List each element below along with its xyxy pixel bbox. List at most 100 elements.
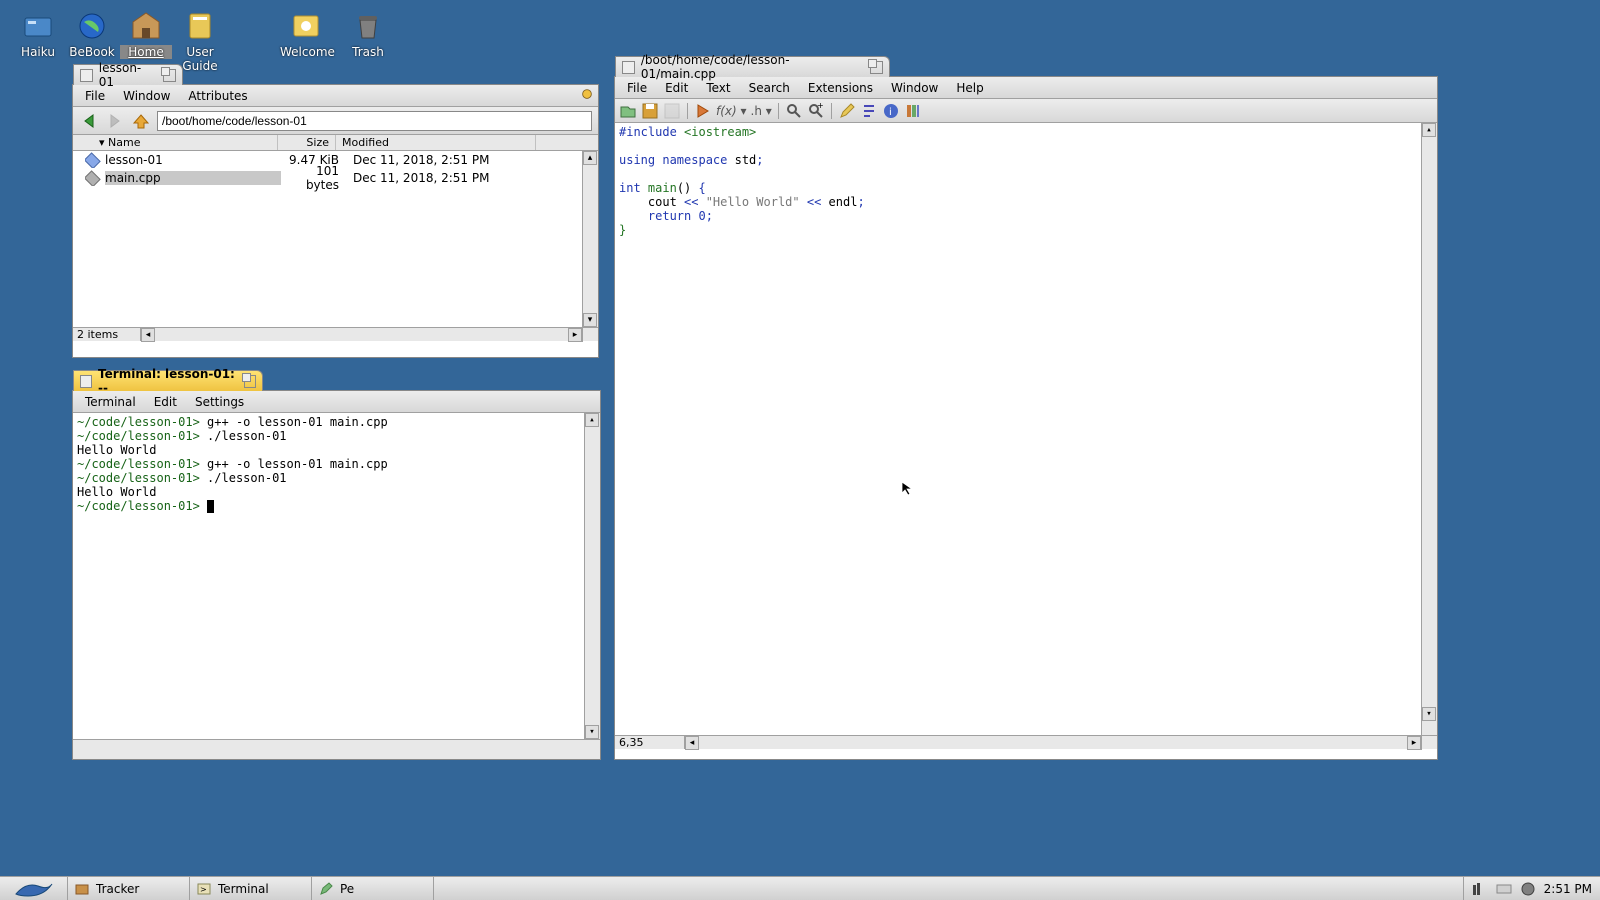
scroll-up-icon[interactable]: ▴ [583,151,597,165]
scroll-up-icon[interactable]: ▴ [1422,123,1436,137]
tracker-status: 2 items ◂ ▸ [73,327,598,341]
scroll-right-icon[interactable]: ▸ [1407,736,1421,750]
header-label[interactable]: .h ▾ [751,104,772,118]
menu-window[interactable]: Window [883,78,946,98]
terminal-titlebar[interactable]: Terminal: lesson-01: -- [73,370,263,391]
folder-home-icon [130,10,162,42]
tray-network-icon[interactable] [1520,881,1536,897]
file-modified: Dec 11, 2018, 2:51 PM [339,171,489,185]
tools-icon[interactable] [904,102,922,120]
editor-window: /boot/home/code/lesson-01/main.cpp File … [614,76,1438,760]
col-name[interactable]: ▾ Name [73,135,278,150]
scroll-down-icon[interactable]: ▾ [1422,707,1436,721]
nav-back-icon[interactable] [79,111,99,131]
file-size: 101 bytes [281,164,339,192]
task-label: Terminal [218,882,269,896]
terminal-window: Terminal: lesson-01: -- Terminal Edit Se… [72,390,601,760]
tracker-window: lesson-01 File Window Attributes ▾ Name … [72,84,599,358]
task-label: Pe [340,882,354,896]
scrollbar-vertical[interactable]: ▴ ▾ [584,413,600,739]
find-icon[interactable] [785,102,803,120]
nav-up-icon[interactable] [131,111,151,131]
scroll-left-icon[interactable]: ◂ [685,736,699,750]
icon-label: Home [120,45,172,59]
deskbar: Tracker > Terminal Pe 2:51 PM [0,876,1600,900]
tracker-app-icon [74,881,90,897]
clock[interactable]: 2:51 PM [1544,882,1592,896]
zoom-icon[interactable] [163,69,176,82]
zoom-icon[interactable] [870,61,883,74]
desktop-icon-home[interactable]: Home [120,10,172,59]
file-row[interactable]: main.cpp 101 bytes Dec 11, 2018, 2:51 PM [73,169,598,187]
save-icon[interactable] [641,102,659,120]
open-icon[interactable] [619,102,637,120]
tracker-titlebar[interactable]: lesson-01 [73,64,183,85]
edit-icon[interactable] [838,102,856,120]
close-icon[interactable] [80,69,93,82]
scroll-down-icon[interactable]: ▾ [585,725,599,739]
nav-forward-icon[interactable] [105,111,125,131]
resize-grip[interactable] [582,328,598,342]
info-icon[interactable]: i [882,102,900,120]
desktop-icon-trash[interactable]: Trash [342,10,394,59]
menu-help[interactable]: Help [948,78,991,98]
editor-titlebar[interactable]: /boot/home/code/lesson-01/main.cpp [615,56,890,77]
globe-icon [76,10,108,42]
editor-toolbar: f(x) ▾ .h ▾ + i [615,99,1437,123]
exec-icon[interactable] [694,102,712,120]
resize-grip[interactable] [1421,736,1437,750]
leaf-menu[interactable] [0,877,68,900]
book-icon [184,10,216,42]
cursor-position: 6,35 [615,736,685,749]
scroll-right-icon[interactable]: ▸ [568,328,582,342]
zoom-icon[interactable] [244,375,256,388]
scroll-left-icon[interactable]: ◂ [141,328,155,342]
icon-label: Haiku [12,45,64,59]
close-icon[interactable] [622,61,635,74]
pe-app-icon [318,881,334,897]
svg-text:+: + [817,102,824,110]
editor-status: 6,35 ◂ ▸ [615,735,1437,749]
scrollbar-vertical[interactable]: ▴ ▾ [582,151,598,327]
bee-icon [580,87,594,101]
func-label[interactable]: f(x) ▾ [716,104,747,118]
icon-label: Trash [342,45,394,59]
close-icon[interactable] [80,375,92,388]
item-count: 2 items [73,328,141,341]
task-pe[interactable]: Pe [312,877,434,900]
tray-cpu-icon[interactable] [1472,881,1488,897]
path-input[interactable] [157,111,592,131]
file-name: main.cpp [105,171,281,185]
terminal-cursor [207,500,214,513]
find-inc-icon[interactable]: + [807,102,825,120]
svg-text:i: i [889,107,892,118]
tray-keymap-icon[interactable] [1496,881,1512,897]
terminal-body[interactable]: ~/code/lesson-01> g++ -o lesson-01 main.… [73,413,600,739]
scrollbar-vertical[interactable]: ▴ ▾ [1421,123,1437,735]
col-size[interactable]: Size [278,135,336,150]
desktop-icon-bebook[interactable]: BeBook [66,10,118,59]
scroll-down-icon[interactable]: ▾ [583,313,597,327]
scroll-up-icon[interactable]: ▴ [585,413,599,427]
desktop-icon-welcome[interactable]: Welcome [280,10,332,59]
window-title: /boot/home/code/lesson-01/main.cpp [641,53,862,81]
col-modified[interactable]: Modified [336,135,536,150]
task-label: Tracker [96,882,139,896]
svg-text:>: > [200,885,207,894]
soft-wrap-icon[interactable] [860,102,878,120]
task-tracker[interactable]: Tracker [68,877,190,900]
icon-label: BeBook [66,45,118,59]
disk-icon [22,10,54,42]
executable-icon [85,152,101,168]
task-terminal[interactable]: > Terminal [190,877,312,900]
window-title: Terminal: lesson-01: -- [98,367,236,395]
terminal-bottom-border [73,739,600,759]
welcome-icon [290,10,322,42]
file-list[interactable]: lesson-01 9.47 KiB Dec 11, 2018, 2:51 PM… [73,151,598,327]
code-editor[interactable]: #include <iostream> using namespace std;… [615,123,1437,735]
leaf-icon [14,880,54,898]
desktop-icon-haiku[interactable]: Haiku [12,10,64,59]
menu-attributes[interactable]: Attributes [180,86,255,106]
column-headers: ▾ Name Size Modified [73,135,598,151]
file-name: lesson-01 [105,153,281,167]
